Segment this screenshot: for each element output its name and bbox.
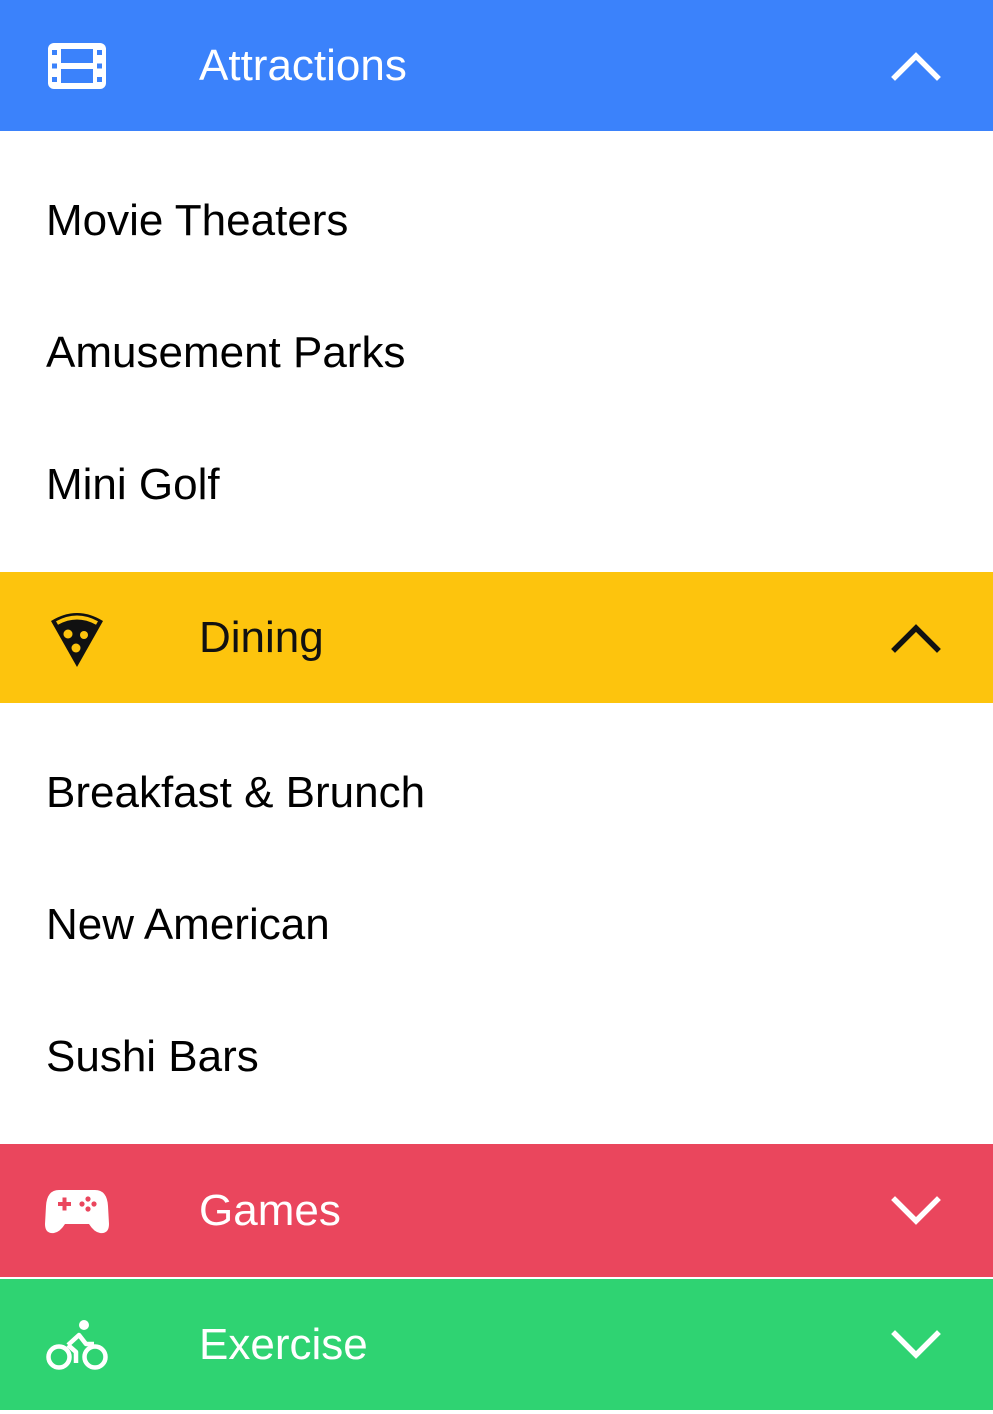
chevron-down-icon[interactable] bbox=[888, 1183, 944, 1239]
section-title: Exercise bbox=[199, 1319, 368, 1369]
list-item-label: Mini Golf bbox=[46, 460, 220, 509]
section-title: Games bbox=[199, 1185, 341, 1235]
section-title: Attractions bbox=[199, 40, 407, 90]
list-item-breakfast-brunch[interactable]: Breakfast & Brunch bbox=[0, 727, 993, 859]
chevron-down-icon[interactable] bbox=[888, 1317, 944, 1373]
list-item-label: Sushi Bars bbox=[46, 1032, 259, 1081]
section-header-dining[interactable]: Dining bbox=[0, 572, 993, 703]
list-item-mini-golf[interactable]: Mini Golf bbox=[0, 419, 993, 551]
list-item-sushi-bars[interactable]: Sushi Bars bbox=[0, 991, 993, 1123]
pizza-icon bbox=[44, 605, 110, 671]
chevron-up-icon[interactable] bbox=[888, 610, 944, 666]
list-item-label: Amusement Parks bbox=[46, 328, 406, 377]
section-header-exercise[interactable]: Exercise bbox=[0, 1279, 993, 1410]
chevron-up-icon[interactable] bbox=[888, 38, 944, 94]
gamepad-icon bbox=[44, 1178, 110, 1244]
section-header-attractions[interactable]: Attractions bbox=[0, 0, 993, 131]
list-item-label: Breakfast & Brunch bbox=[46, 768, 426, 817]
list-item-new-american[interactable]: New American bbox=[0, 859, 993, 991]
list-item-amusement-parks[interactable]: Amusement Parks bbox=[0, 287, 993, 419]
section-header-games[interactable]: Games bbox=[0, 1144, 993, 1277]
movie-film-icon bbox=[44, 33, 110, 99]
list-item-movie-theaters[interactable]: Movie Theaters bbox=[0, 155, 993, 287]
bike-icon bbox=[44, 1312, 110, 1378]
list-item-label: New American bbox=[46, 900, 330, 949]
section-title: Dining bbox=[199, 612, 324, 662]
list-item-label: Movie Theaters bbox=[46, 196, 349, 245]
